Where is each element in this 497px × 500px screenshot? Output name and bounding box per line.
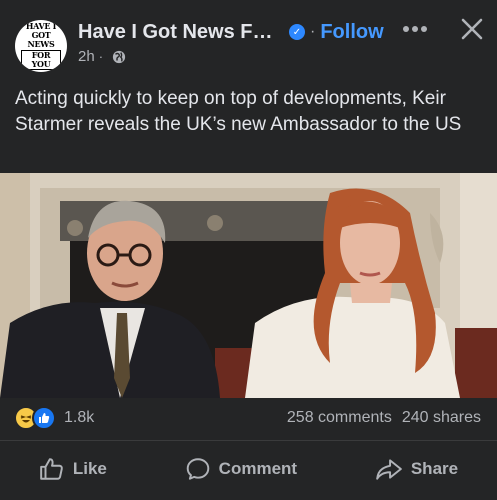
comment-label: Comment bbox=[218, 459, 298, 478]
comment-button[interactable]: Comment bbox=[185, 456, 297, 482]
comment-bubble-icon bbox=[186, 458, 209, 480]
share-arrow-icon bbox=[376, 459, 402, 480]
reaction-count: 1.8k bbox=[64, 409, 95, 426]
comments-count[interactable]: 258 comments bbox=[287, 409, 392, 427]
action-bar: Like Comment Share bbox=[0, 446, 497, 492]
post-text: Acting quickly to keep on top of develop… bbox=[15, 88, 462, 135]
page-name[interactable]: Have I Got News For... bbox=[78, 21, 283, 44]
post-photo[interactable] bbox=[0, 173, 497, 398]
verified-badge-icon: ✓ bbox=[289, 24, 305, 40]
more-dots-icon bbox=[403, 26, 427, 32]
post-header: HAVE I GOT NEWS FOR YOU Have I Got News … bbox=[0, 0, 497, 80]
reactions-summary[interactable]: 1.8k bbox=[14, 406, 94, 430]
close-icon bbox=[461, 18, 483, 40]
thumbs-up-icon bbox=[40, 458, 63, 480]
title-row: Have I Got News For... ✓ · Follow bbox=[78, 20, 388, 44]
like-button[interactable]: Like bbox=[39, 456, 107, 482]
shares-count[interactable]: 240 shares bbox=[402, 409, 481, 427]
post-timestamp[interactable]: 2h bbox=[78, 48, 95, 65]
post-meta: 2h · bbox=[78, 48, 126, 65]
page-logo: HAVE I GOT NEWS FOR YOU bbox=[21, 22, 61, 70]
follow-button[interactable]: Follow bbox=[320, 21, 383, 44]
share-button[interactable]: Share bbox=[375, 456, 458, 482]
separator-dot: · bbox=[310, 23, 316, 40]
like-label: Like bbox=[72, 459, 107, 478]
close-button[interactable] bbox=[455, 14, 489, 44]
page-avatar[interactable]: HAVE I GOT NEWS FOR YOU bbox=[15, 20, 67, 72]
divider bbox=[0, 440, 497, 441]
photo-illustration bbox=[0, 173, 497, 398]
meta-separator: · bbox=[98, 49, 104, 64]
like-reaction-icon bbox=[32, 406, 56, 430]
more-options-button[interactable] bbox=[398, 14, 432, 44]
engagement-stats: 258 comments 240 shares bbox=[287, 409, 481, 427]
public-globe-icon bbox=[112, 50, 126, 63]
share-label: Share bbox=[410, 459, 459, 478]
